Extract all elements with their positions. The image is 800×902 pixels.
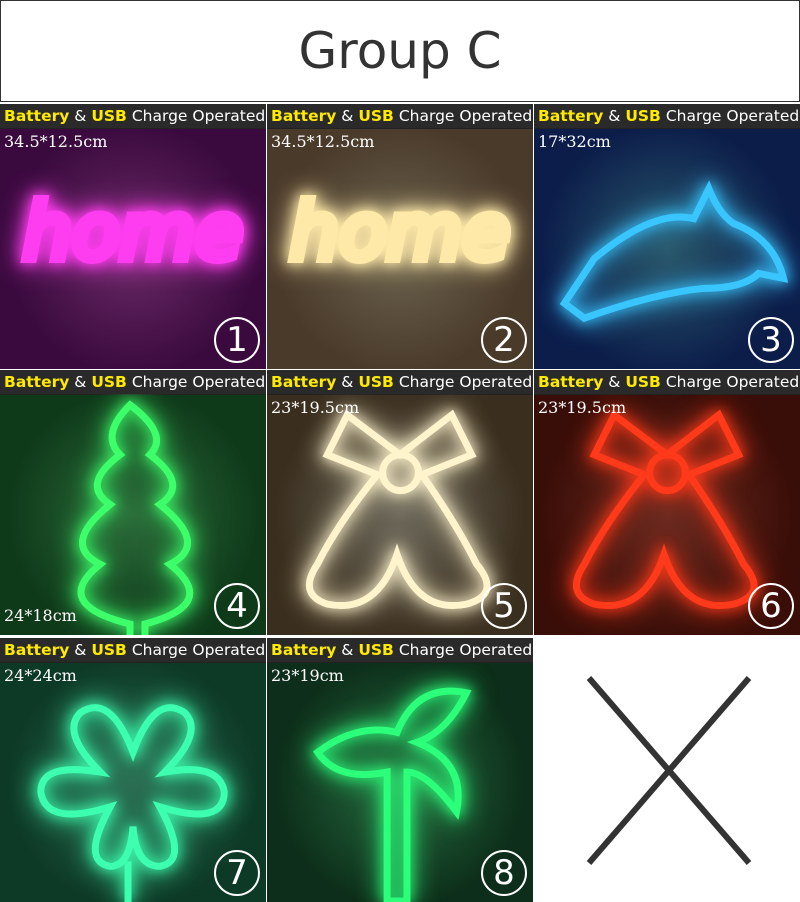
banner-usb: USB <box>358 373 394 391</box>
product-tile: Battery & USB Charge Operated home 34.5*… <box>0 104 266 369</box>
banner-usb: USB <box>91 373 127 391</box>
product-tile: Battery & USB Charge Operated 23*19cm 8 <box>267 638 533 902</box>
size-label: 34.5*12.5cm <box>4 132 108 151</box>
product-tile: Battery & USB Charge Operated 24*24cm 7 <box>0 638 266 902</box>
product-number: 4 <box>214 583 260 629</box>
banner-amp: & <box>336 373 359 391</box>
product-number: 5 <box>481 583 527 629</box>
banner-battery: Battery <box>271 107 337 125</box>
product-tile: Battery & USB Charge Operated 24*18cm 4 <box>0 370 266 635</box>
banner-rest: Charge Operated <box>126 373 266 391</box>
product-number: 6 <box>748 583 794 629</box>
banner-amp: & <box>603 373 626 391</box>
banner-usb: USB <box>358 641 394 659</box>
banner-amp: & <box>69 373 92 391</box>
size-label: 34.5*12.5cm <box>271 132 375 151</box>
size-label: 24*24cm <box>4 666 77 685</box>
banner-rest: Charge Operated <box>393 373 533 391</box>
empty-tile <box>534 638 800 902</box>
charge-banner: Battery & USB Charge Operated <box>267 104 533 128</box>
banner-rest: Charge Operated <box>393 107 533 125</box>
banner-rest: Charge Operated <box>660 107 800 125</box>
banner-amp: & <box>69 107 92 125</box>
svg-text:home: home <box>290 187 510 277</box>
size-label: 23*19.5cm <box>538 398 627 417</box>
charge-banner: Battery & USB Charge Operated <box>0 104 266 128</box>
charge-banner: Battery & USB Charge Operated <box>267 370 533 394</box>
charge-banner: Battery & USB Charge Operated <box>534 370 800 394</box>
banner-usb: USB <box>625 373 661 391</box>
banner-rest: Charge Operated <box>126 641 266 659</box>
product-number: 8 <box>481 850 527 896</box>
banner-rest: Charge Operated <box>126 107 266 125</box>
banner-battery: Battery <box>538 373 604 391</box>
banner-battery: Battery <box>271 641 337 659</box>
group-title: Group C <box>0 0 800 102</box>
product-number: 3 <box>748 317 794 363</box>
banner-battery: Battery <box>538 107 604 125</box>
banner-rest: Charge Operated <box>393 641 533 659</box>
banner-usb: USB <box>625 107 661 125</box>
product-number: 1 <box>214 317 260 363</box>
svg-text:home: home <box>23 187 243 277</box>
banner-usb: USB <box>91 641 127 659</box>
banner-usb: USB <box>358 107 394 125</box>
product-tile: Battery & USB Charge Operated 23*19.5cm … <box>534 370 800 635</box>
banner-battery: Battery <box>4 107 70 125</box>
banner-battery: Battery <box>4 373 70 391</box>
banner-rest: Charge Operated <box>660 373 800 391</box>
size-label: 23*19.5cm <box>271 398 360 417</box>
banner-amp: & <box>336 107 359 125</box>
x-mark-icon <box>586 676 752 865</box>
size-label: 23*19cm <box>271 666 344 685</box>
product-number: 2 <box>481 317 527 363</box>
banner-battery: Battery <box>4 641 70 659</box>
banner-amp: & <box>336 641 359 659</box>
size-label: 24*18cm <box>4 606 77 625</box>
product-number: 7 <box>214 850 260 896</box>
product-tile: Battery & USB Charge Operated home 34.5*… <box>267 104 533 369</box>
banner-usb: USB <box>91 107 127 125</box>
size-label: 17*32cm <box>538 132 611 151</box>
banner-amp: & <box>69 641 92 659</box>
product-tile: Battery & USB Charge Operated 23*19.5cm … <box>267 370 533 635</box>
charge-banner: Battery & USB Charge Operated <box>0 370 266 394</box>
product-tile: Battery & USB Charge Operated 17*32cm 3 <box>534 104 800 369</box>
charge-banner: Battery & USB Charge Operated <box>267 638 533 662</box>
charge-banner: Battery & USB Charge Operated <box>534 104 800 128</box>
charge-banner: Battery & USB Charge Operated <box>0 638 266 662</box>
banner-battery: Battery <box>271 373 337 391</box>
banner-amp: & <box>603 107 626 125</box>
